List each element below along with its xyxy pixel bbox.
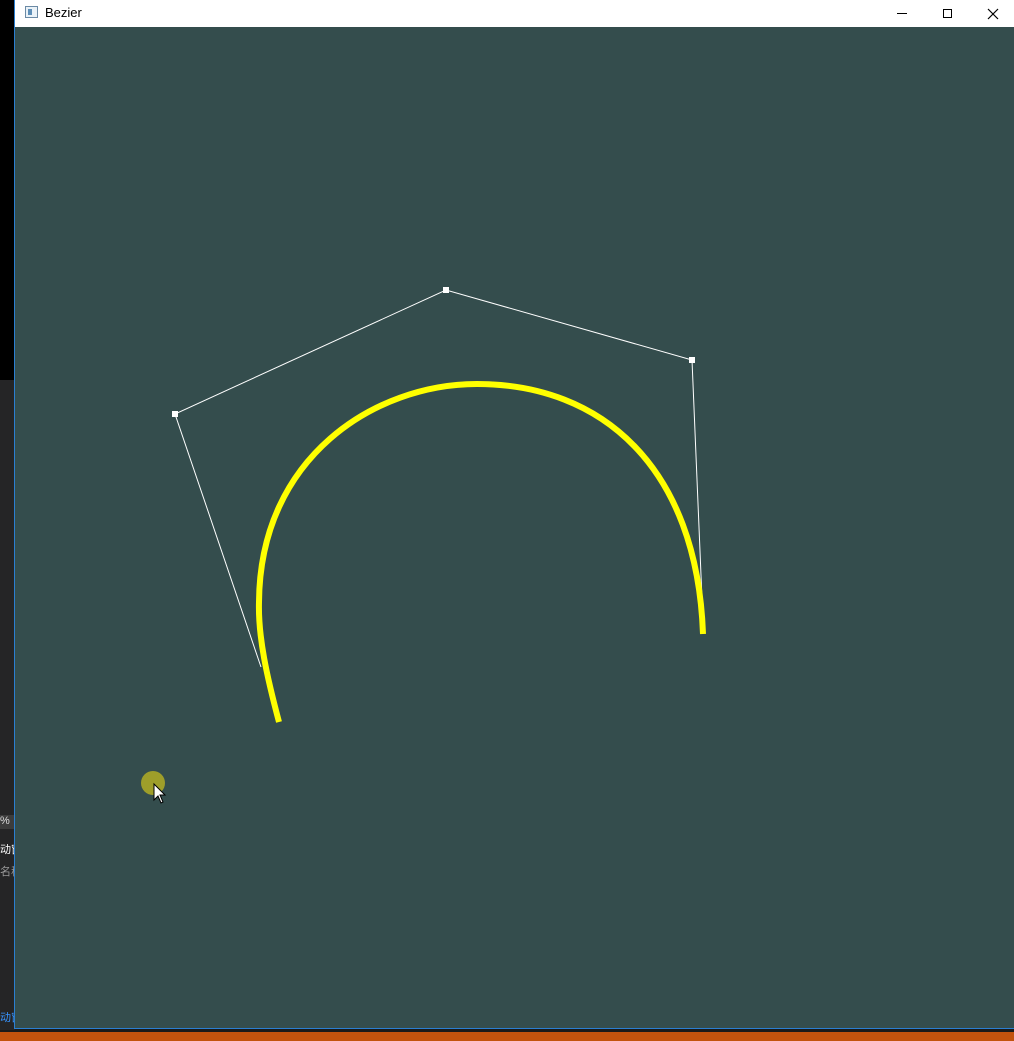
background-text: 名称 — [0, 866, 15, 878]
drawing-canvas[interactable] — [15, 27, 1014, 1028]
minimize-icon — [897, 13, 907, 14]
title-bar[interactable]: Bezier — [15, 0, 1014, 27]
background-text: 动窗 — [0, 844, 15, 856]
minimize-button[interactable] — [879, 0, 925, 27]
window-title: Bezier — [45, 5, 82, 20]
control-polygon — [174, 289, 703, 668]
bezier-window: Bezier — [14, 0, 1014, 1029]
control-point[interactable] — [689, 357, 695, 363]
background-window — [0, 0, 15, 380]
close-icon — [987, 8, 999, 19]
maximize-icon — [942, 9, 952, 18]
maximize-button[interactable] — [924, 0, 970, 27]
control-point[interactable] — [172, 411, 178, 417]
app-icon — [25, 6, 38, 18]
taskbar-edge — [0, 1032, 1014, 1041]
control-point[interactable] — [443, 287, 449, 293]
bezier-curve — [255, 380, 706, 723]
background-text: % — [0, 815, 15, 829]
close-button[interactable] — [970, 0, 1014, 27]
background-window-panel — [0, 380, 15, 1030]
background-link: 动窗 — [0, 1012, 15, 1024]
